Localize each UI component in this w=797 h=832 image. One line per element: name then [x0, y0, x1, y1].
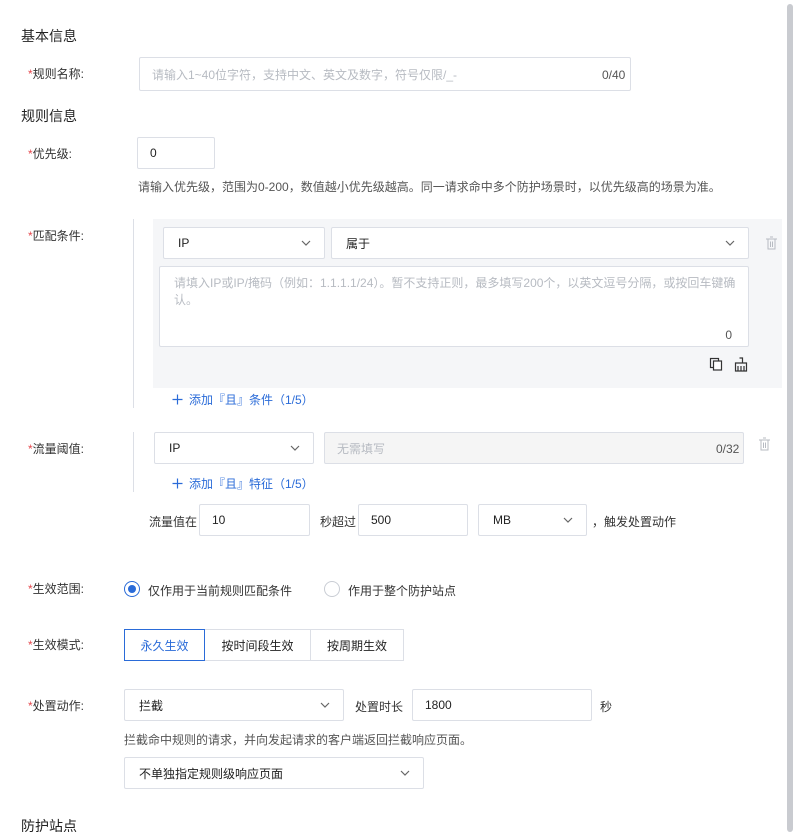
threshold-suffix: ，触发处置动作 [592, 515, 677, 529]
scrollbar-thumb[interactable] [787, 4, 793, 832]
mode-tab-permanent[interactable]: 永久生效 [124, 629, 205, 661]
basic-info-title: 基本信息 [21, 28, 77, 44]
plus-icon [172, 394, 183, 405]
threshold-group-line [133, 432, 134, 492]
duration-label: 处置时长 [355, 700, 404, 714]
threshold-unit-select[interactable]: MB [478, 504, 587, 536]
match-label: *匹配条件: [28, 229, 85, 243]
threshold-mid: 秒超过 [320, 515, 357, 529]
rule-name-label: *规则名称: [28, 67, 85, 81]
threshold-prefix: 流量值在 [149, 515, 198, 529]
scrollbar[interactable] [783, 0, 797, 832]
threshold-seconds-input[interactable]: 10 [199, 504, 310, 536]
chevron-down-icon [400, 770, 410, 776]
duration-input[interactable]: 1800 [412, 689, 592, 721]
threshold-label: *流量阈值: [28, 442, 85, 456]
ip-textarea-placeholder: 请填入IP或IP/掩码（例如：1.1.1.1/24）。暂不支持正则，最多填写20… [174, 276, 736, 307]
priority-help: 请输入优先级，范围为0-200，数值越小优先级越高。同一请求命中多个防护场景时，… [138, 180, 721, 194]
rule-name-count: 0/40 [602, 68, 626, 82]
priority-label: *优先级: [28, 147, 73, 161]
scope-option-whole-site[interactable]: 作用于整个防护站点 [348, 582, 456, 599]
response-page-select[interactable]: 不单独指定规则级响应页面 [124, 757, 424, 789]
trash-icon[interactable] [765, 236, 778, 250]
trash-icon[interactable] [758, 437, 771, 451]
action-select[interactable]: 拦截 [124, 689, 344, 721]
chevron-down-icon [301, 240, 311, 246]
broom-icon[interactable] [734, 357, 748, 372]
threshold-value-count: 0/32 [716, 442, 740, 456]
add-and-feature-link[interactable]: 添加『且』特征（1/5） [172, 475, 314, 492]
threshold-amount-input[interactable]: 500 [358, 504, 468, 536]
ip-textarea-count: 0 [725, 328, 732, 342]
plus-icon [172, 478, 183, 489]
chevron-down-icon [320, 702, 330, 708]
action-help: 拦截命中规则的请求，并向发起请求的客户端返回拦截响应页面。 [124, 733, 473, 747]
chevron-down-icon [563, 517, 573, 523]
scope-radio-current-rule[interactable] [124, 581, 140, 597]
copy-icon[interactable] [709, 357, 723, 371]
threshold-value-input[interactable]: 无需填写 [324, 432, 744, 464]
mode-tab-time-range[interactable]: 按时间段生效 [204, 629, 311, 661]
scope-radio-whole-site[interactable] [324, 581, 340, 597]
rule-name-input[interactable]: 请输入1~40位字符，支持中文、英文及数字，符号仅限/_- [139, 57, 631, 91]
match-field-select[interactable]: IP [163, 227, 325, 259]
chevron-down-icon [290, 445, 300, 451]
threshold-field-select[interactable]: IP [154, 432, 314, 464]
add-and-condition-link[interactable]: 添加『且』条件（1/5） [172, 391, 314, 408]
action-label: *处置动作: [28, 699, 85, 713]
mode-tab-periodic[interactable]: 按周期生效 [310, 629, 404, 661]
chevron-down-icon [725, 240, 735, 246]
match-operator-select[interactable]: 属于 [331, 227, 749, 259]
match-group-line [133, 219, 134, 408]
scope-option-current-rule[interactable]: 仅作用于当前规则匹配条件 [148, 582, 292, 599]
scope-label: *生效范围: [28, 582, 85, 596]
ip-textarea[interactable]: 请填入IP或IP/掩码（例如：1.1.1.1/24）。暂不支持正则，最多填写20… [159, 266, 749, 347]
protected-sites-title: 防护站点 [21, 818, 77, 832]
duration-unit: 秒 [600, 700, 613, 714]
priority-input[interactable]: 0 [137, 137, 215, 169]
mode-label: *生效模式: [28, 638, 85, 652]
rule-info-title: 规则信息 [21, 108, 77, 124]
